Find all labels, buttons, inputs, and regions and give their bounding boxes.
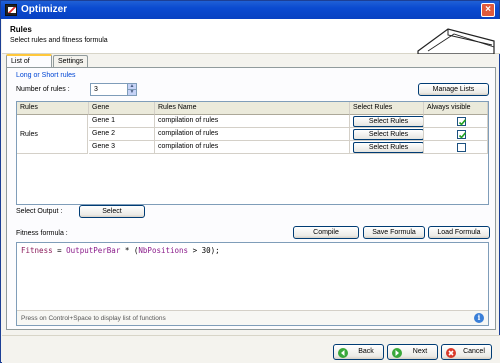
select-rules-cell: Select Rules (350, 115, 424, 128)
table-row: Gene 2 compilation of rules Select Rules (17, 128, 488, 141)
gene-cell: Gene 1 (89, 115, 155, 128)
title-bar[interactable]: Optimizer × (1, 1, 499, 19)
code-operator: > 30); (188, 246, 220, 255)
always-visible-checkbox[interactable] (457, 117, 467, 126)
info-icon[interactable]: i (474, 313, 484, 323)
select-output-button[interactable]: Select (79, 205, 145, 218)
always-visible-checkbox[interactable] (457, 130, 467, 139)
column-header: Select Rules (350, 102, 424, 115)
number-of-rules-stepper[interactable]: 3 ▲ ▼ (90, 83, 137, 96)
back-arrow-icon (338, 348, 348, 358)
code-operator: * ( (120, 246, 139, 255)
cancel-x-icon (446, 348, 456, 358)
number-of-rules-label: Number of rules : (16, 86, 70, 93)
check-icon (458, 132, 467, 139)
table-header: Rules Gene Rules Name Select Rules Alway… (17, 102, 488, 115)
column-header: Rules Name (155, 102, 350, 115)
gene-cell: Gene 2 (89, 128, 155, 141)
fitness-formula-label: Fitness formula : (16, 230, 68, 237)
load-formula-button[interactable]: Load Formula (428, 226, 490, 239)
back-label: Back (358, 348, 374, 355)
always-visible-cell (424, 115, 488, 128)
table-row: Gene 1 compilation of rules Select Rules (17, 115, 488, 128)
back-button[interactable]: Back (333, 344, 384, 360)
save-formula-button[interactable]: Save Formula (363, 226, 425, 239)
optimizer-window: Optimizer × Rules Select rules and fitne… (0, 0, 500, 363)
column-header: Gene (89, 102, 155, 115)
editor-hint-text: Press on Control+Space to display list o… (21, 315, 166, 322)
window-title: Optimizer (21, 4, 68, 15)
rules-table: Rules Gene Rules Name Select Rules Alway… (16, 101, 489, 205)
always-visible-checkbox[interactable] (457, 143, 466, 152)
page-title: Rules (10, 25, 32, 34)
next-arrow-icon (392, 348, 402, 358)
cancel-label: Cancel (463, 348, 485, 355)
formula-code[interactable]: Fitness = OutputPerBar * (NbPositions > … (21, 246, 220, 255)
stepper-buttons[interactable]: ▲ ▼ (127, 84, 136, 95)
header-illustration (417, 28, 495, 54)
wizard-header: Rules Select rules and fitness formula (2, 19, 500, 54)
next-label: Next (412, 348, 428, 355)
check-icon (458, 119, 467, 126)
rules-name-cell: compilation of rules (155, 128, 350, 141)
select-rules-button[interactable]: Select Rules (353, 129, 423, 140)
manage-lists-button[interactable]: Manage Lists (418, 83, 489, 96)
app-icon (5, 4, 17, 16)
select-rules-button[interactable]: Select Rules (353, 142, 423, 153)
group-label-long-short: Long or Short rules (16, 72, 76, 79)
code-variable: Fitness (21, 246, 53, 255)
fitness-formula-editor[interactable]: Fitness = OutputPerBar * (NbPositions > … (16, 242, 489, 326)
table-row: Gene 3 compilation of rules Select Rules (17, 141, 488, 154)
stepper-down-icon[interactable]: ▼ (128, 89, 136, 95)
gene-cell: Gene 3 (89, 141, 155, 154)
code-operator: = (52, 246, 67, 255)
rules-name-cell: compilation of rules (155, 141, 350, 154)
cancel-button[interactable]: Cancel (441, 344, 492, 360)
rules-name-cell: compilation of rules (155, 115, 350, 128)
next-button[interactable]: Next (387, 344, 438, 360)
number-of-rules-value: 3 (94, 86, 98, 93)
always-visible-cell (424, 128, 488, 141)
code-function: OutputPerBar (66, 246, 121, 255)
wizard-footer: Back Next Cancel (2, 335, 500, 363)
code-function: NbPositions (138, 246, 189, 255)
select-rules-button[interactable]: Select Rules (353, 116, 423, 127)
tab-list-of-rules[interactable]: List of Rules (6, 54, 52, 77)
compile-button[interactable]: Compile (293, 226, 359, 239)
column-header: Rules (17, 102, 89, 115)
select-rules-cell: Select Rules (350, 128, 424, 141)
list-of-rules-panel: Long or Short rules Number of rules : 3 … (6, 67, 496, 330)
select-output-label: Select Output : (16, 208, 63, 215)
close-button[interactable]: × (481, 3, 495, 17)
always-visible-cell (424, 141, 488, 154)
column-header: Always visible (424, 102, 488, 115)
page-subtitle: Select rules and fitness formula (10, 37, 108, 44)
editor-hint-bar: Press on Control+Space to display list o… (17, 310, 488, 325)
select-rules-cell: Select Rules (350, 141, 424, 154)
